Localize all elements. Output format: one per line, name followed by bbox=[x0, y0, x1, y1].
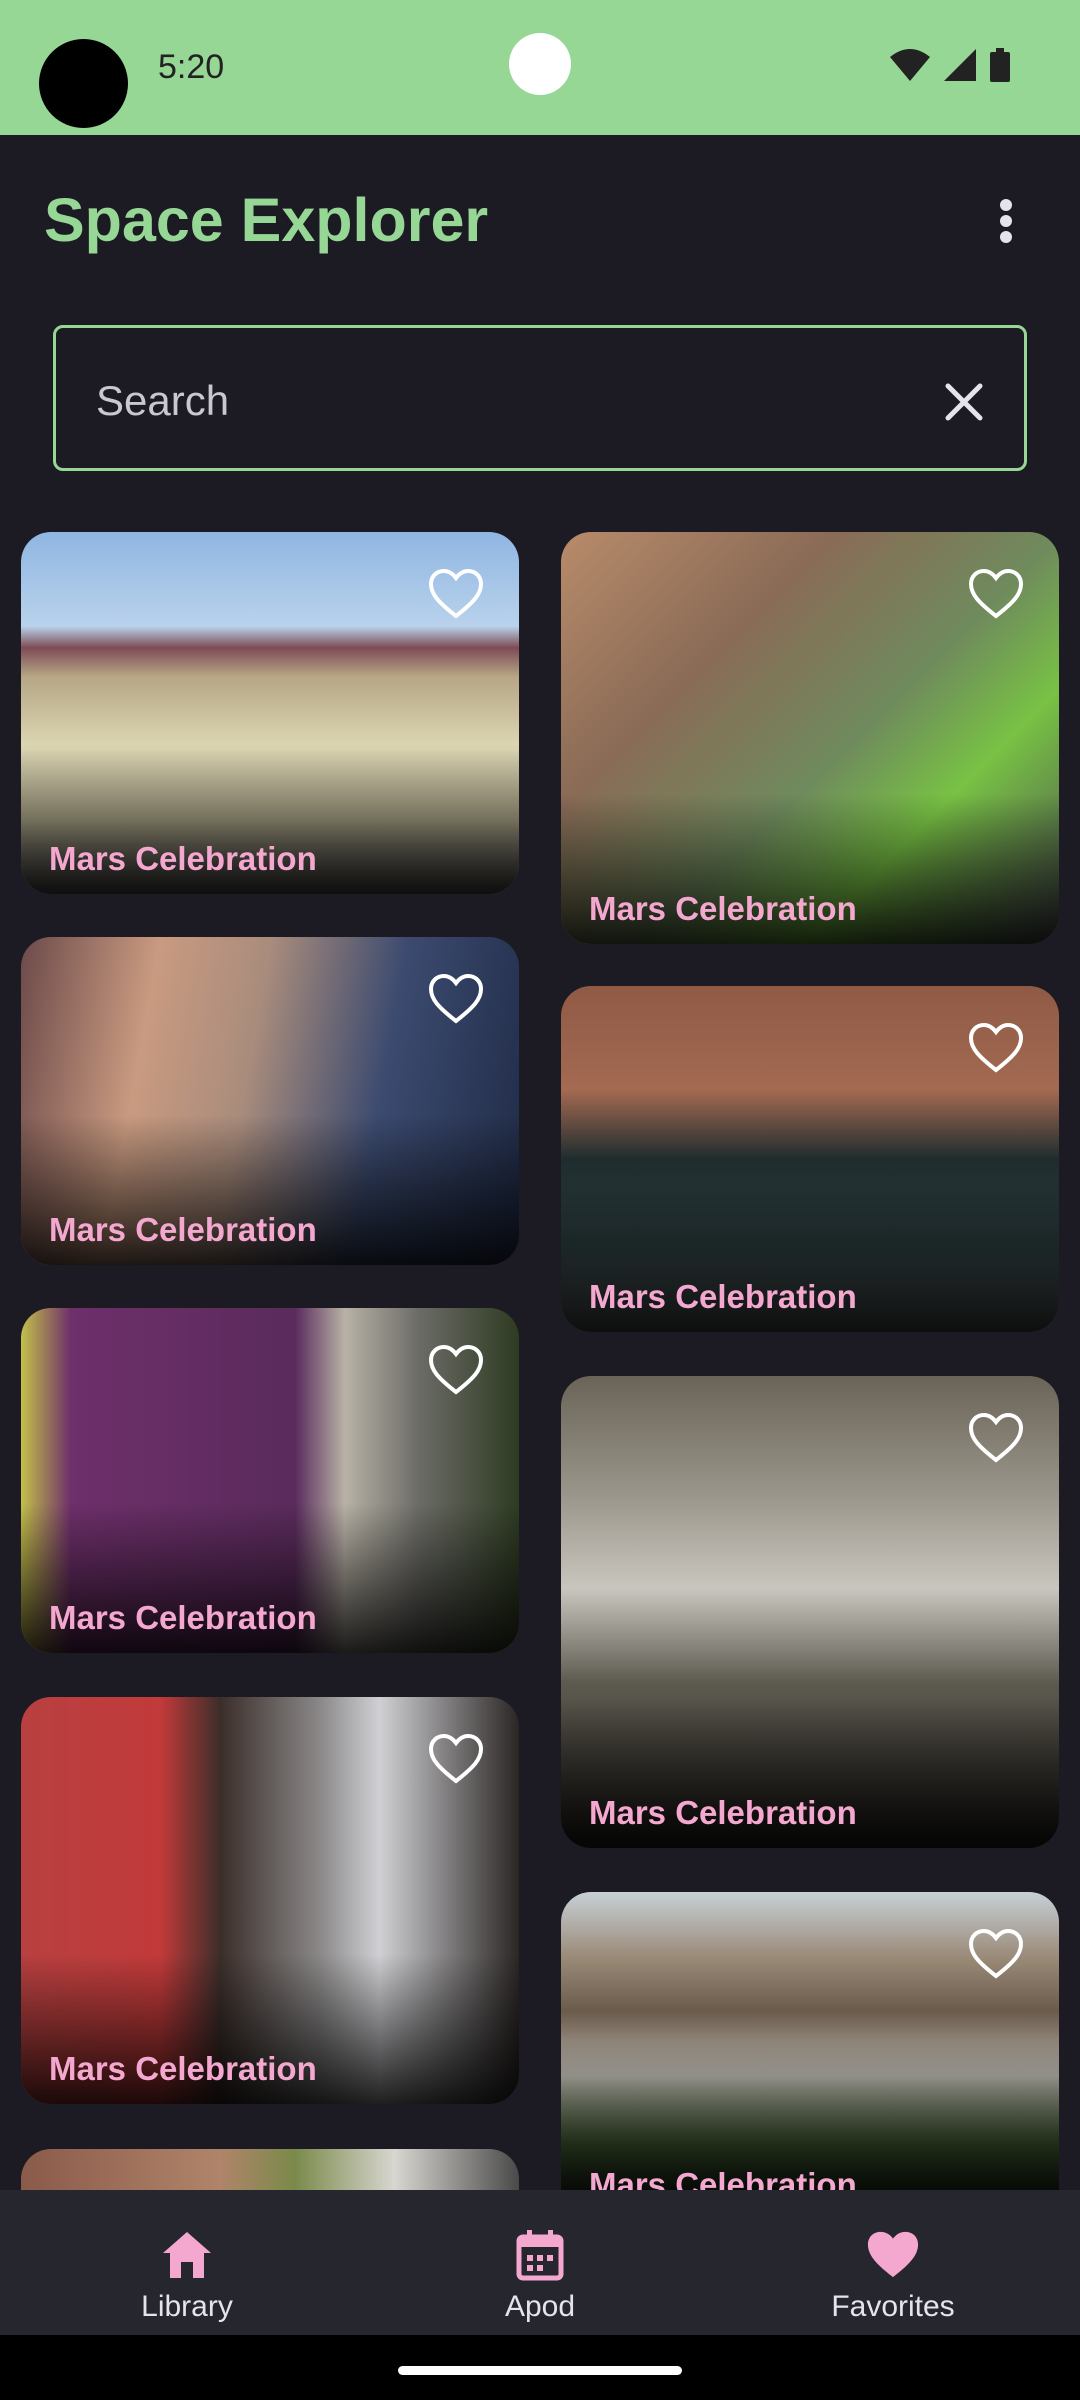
nav-label: Library bbox=[141, 2290, 233, 2323]
card-title: Mars Celebration bbox=[49, 1211, 317, 1248]
heart-icon bbox=[867, 2231, 919, 2278]
card-title: Mars Celebration bbox=[589, 2166, 857, 2190]
front-camera-dot bbox=[509, 33, 571, 95]
nav-item-favorites[interactable]: Favorites bbox=[713, 2190, 1073, 2335]
nav-item-apod[interactable]: Apod bbox=[360, 2190, 720, 2335]
nav-label: Favorites bbox=[831, 2290, 955, 2323]
card-title: Mars Celebration bbox=[589, 890, 857, 927]
more-options-button[interactable] bbox=[980, 185, 1032, 257]
status-time: 5:20 bbox=[158, 48, 225, 86]
signal-icon bbox=[944, 49, 976, 81]
card-title: Mars Celebration bbox=[49, 2050, 317, 2087]
favorite-icon[interactable] bbox=[428, 1344, 484, 1396]
gallery-card[interactable] bbox=[21, 2149, 519, 2190]
nav-label: Apod bbox=[504, 2290, 576, 2323]
camera-cutout bbox=[39, 39, 128, 128]
favorite-icon[interactable] bbox=[428, 568, 484, 620]
gallery-card[interactable]: Mars Celebration bbox=[561, 986, 1059, 1332]
favorite-icon[interactable] bbox=[968, 568, 1024, 620]
more-vert-icon bbox=[1000, 199, 1012, 243]
gesture-handle[interactable] bbox=[398, 2366, 682, 2375]
favorite-icon[interactable] bbox=[428, 973, 484, 1025]
gallery-card[interactable]: Mars Celebration bbox=[561, 1376, 1059, 1848]
battery-icon bbox=[990, 48, 1010, 82]
favorite-icon[interactable] bbox=[968, 1412, 1024, 1464]
favorite-icon[interactable] bbox=[968, 1928, 1024, 1980]
card-title: Mars Celebration bbox=[589, 1278, 857, 1315]
nav-item-library[interactable]: Library bbox=[7, 2190, 367, 2335]
favorite-icon[interactable] bbox=[428, 1733, 484, 1785]
card-image bbox=[21, 2149, 519, 2190]
card-title: Mars Celebration bbox=[49, 1599, 317, 1636]
gallery-card[interactable]: Mars Celebration bbox=[561, 532, 1059, 944]
card-title: Mars Celebration bbox=[589, 1794, 857, 1831]
wifi-icon bbox=[890, 49, 930, 81]
favorite-icon[interactable] bbox=[968, 1022, 1024, 1074]
close-icon bbox=[945, 383, 983, 421]
gallery-card[interactable]: Mars Celebration bbox=[21, 1697, 519, 2104]
home-icon bbox=[163, 2232, 211, 2278]
search-field[interactable] bbox=[53, 325, 1027, 471]
status-bar: 5:20 bbox=[0, 0, 1080, 135]
gallery-card[interactable]: Mars Celebration bbox=[21, 937, 519, 1265]
gallery-card[interactable]: Mars Celebration bbox=[21, 1308, 519, 1653]
card-title: Mars Celebration bbox=[49, 840, 317, 877]
bottom-navigation: Library Apod Favorites bbox=[0, 2190, 1080, 2335]
status-icons bbox=[890, 48, 1010, 82]
page-title: Space Explorer bbox=[44, 186, 489, 254]
gallery-card[interactable]: Mars Celebration bbox=[561, 1892, 1059, 2190]
search-input[interactable] bbox=[96, 373, 896, 429]
calendar-icon bbox=[516, 2230, 564, 2281]
clear-search-button[interactable] bbox=[940, 378, 988, 426]
gallery-card[interactable]: Mars Celebration bbox=[21, 532, 519, 894]
